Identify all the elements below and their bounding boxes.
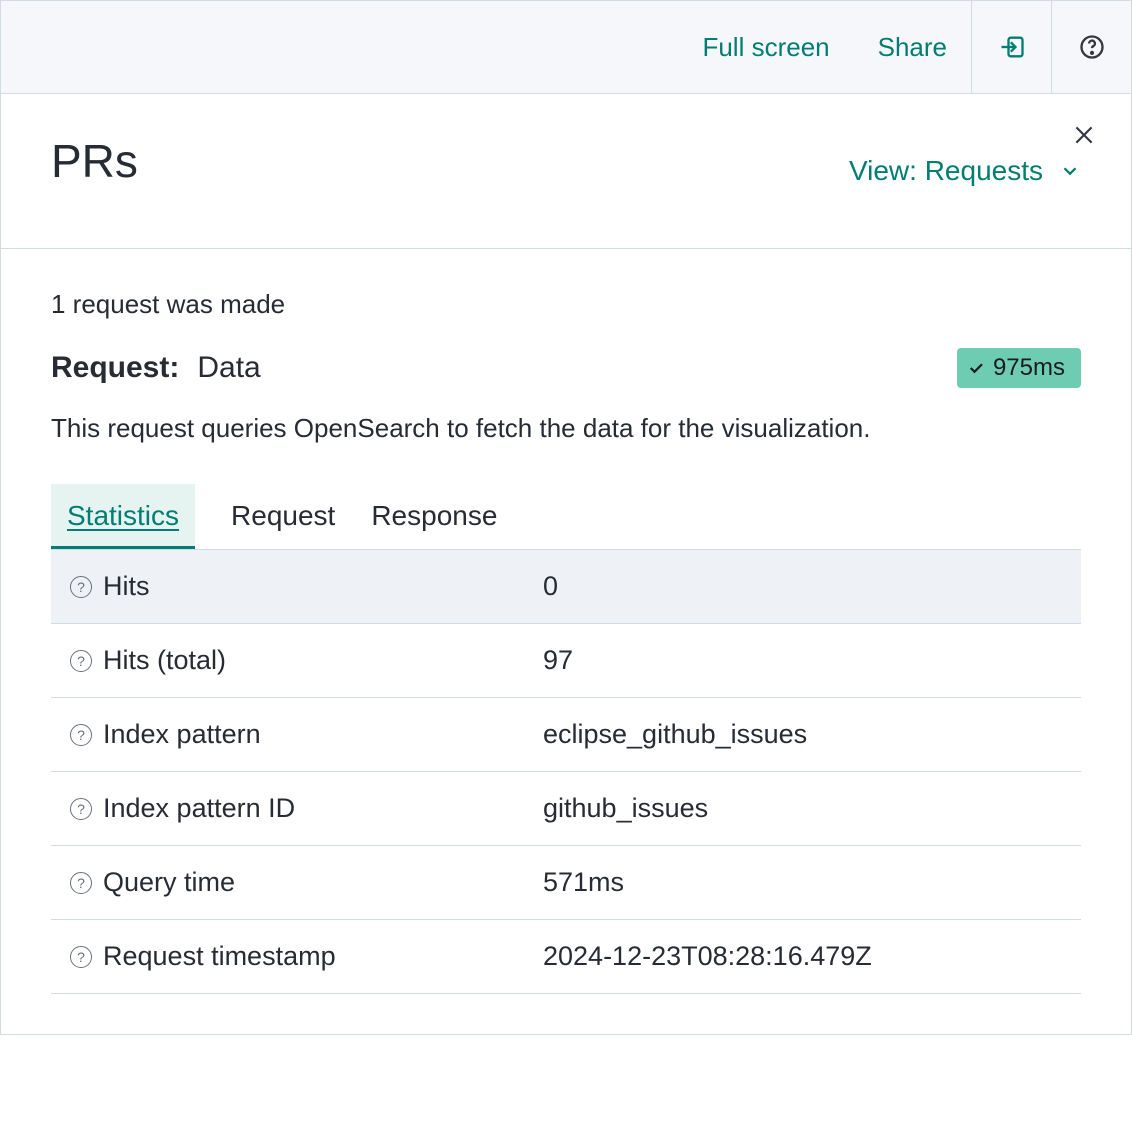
- stat-row: ? Index pattern eclipse_github_issues: [51, 698, 1081, 772]
- share-link[interactable]: Share: [854, 1, 971, 93]
- stat-val: github_issues: [543, 793, 1073, 824]
- request-label: Request:: [51, 351, 179, 385]
- help-icon-button[interactable]: [1051, 1, 1131, 93]
- request-name: Data: [197, 351, 260, 385]
- chevron-down-icon: [1059, 160, 1081, 182]
- stat-row: ? Query time 571ms: [51, 846, 1081, 920]
- stat-key: Hits: [103, 571, 543, 602]
- topbar: Full screen Share: [0, 0, 1132, 94]
- enter-icon: [998, 33, 1026, 61]
- stat-key: Request timestamp: [103, 941, 543, 972]
- stat-val: 2024-12-23T08:28:16.479Z: [543, 941, 1073, 972]
- info-tooltip-icon[interactable]: ?: [59, 798, 103, 820]
- info-tooltip-icon[interactable]: ?: [59, 872, 103, 894]
- stat-val: 571ms: [543, 867, 1073, 898]
- info-tooltip-icon[interactable]: ?: [59, 650, 103, 672]
- tab-request[interactable]: Request: [231, 484, 335, 549]
- info-tooltip-icon[interactable]: ?: [59, 946, 103, 968]
- request-header-row: Request: Data 975ms: [51, 348, 1081, 388]
- view-selector[interactable]: View: Requests: [849, 155, 1081, 187]
- stat-val: 97: [543, 645, 1073, 676]
- tab-response[interactable]: Response: [371, 484, 497, 549]
- request-time-badge: 975ms: [957, 348, 1081, 388]
- stat-val: 0: [543, 571, 1073, 602]
- stat-val: eclipse_github_issues: [543, 719, 1073, 750]
- full-screen-link[interactable]: Full screen: [678, 1, 853, 93]
- statistics-table: ? Hits 0 ? Hits (total) 97 ? Index patte…: [51, 550, 1081, 994]
- panel-header: PRs View: Requests: [1, 94, 1131, 249]
- inspector-panel: PRs View: Requests 1 request was made Re…: [0, 94, 1132, 1035]
- info-tooltip-icon[interactable]: ?: [59, 724, 103, 746]
- request-description: This request queries OpenSearch to fetch…: [51, 410, 1081, 446]
- tabs: Statistics Request Response: [51, 484, 1081, 550]
- enter-icon-button[interactable]: [971, 1, 1051, 93]
- stat-row: ? Hits (total) 97: [51, 624, 1081, 698]
- stat-key: Hits (total): [103, 645, 543, 676]
- request-count-note: 1 request was made: [51, 289, 1081, 320]
- panel-title: PRs: [51, 134, 138, 188]
- stat-row: ? Request timestamp 2024-12-23T08:28:16.…: [51, 920, 1081, 994]
- stat-key: Query time: [103, 867, 543, 898]
- stat-row: ? Hits 0: [51, 550, 1081, 624]
- info-tooltip-icon[interactable]: ?: [59, 576, 103, 598]
- view-selector-label: View: Requests: [849, 155, 1043, 187]
- stat-key: Index pattern: [103, 719, 543, 750]
- check-icon: [967, 359, 985, 377]
- stat-key: Index pattern ID: [103, 793, 543, 824]
- request-time-value: 975ms: [993, 354, 1065, 382]
- help-icon: [1078, 33, 1106, 61]
- tab-statistics[interactable]: Statistics: [51, 484, 195, 549]
- stat-row: ? Index pattern ID github_issues: [51, 772, 1081, 846]
- panel-body: 1 request was made Request: Data 975ms T…: [1, 249, 1131, 1034]
